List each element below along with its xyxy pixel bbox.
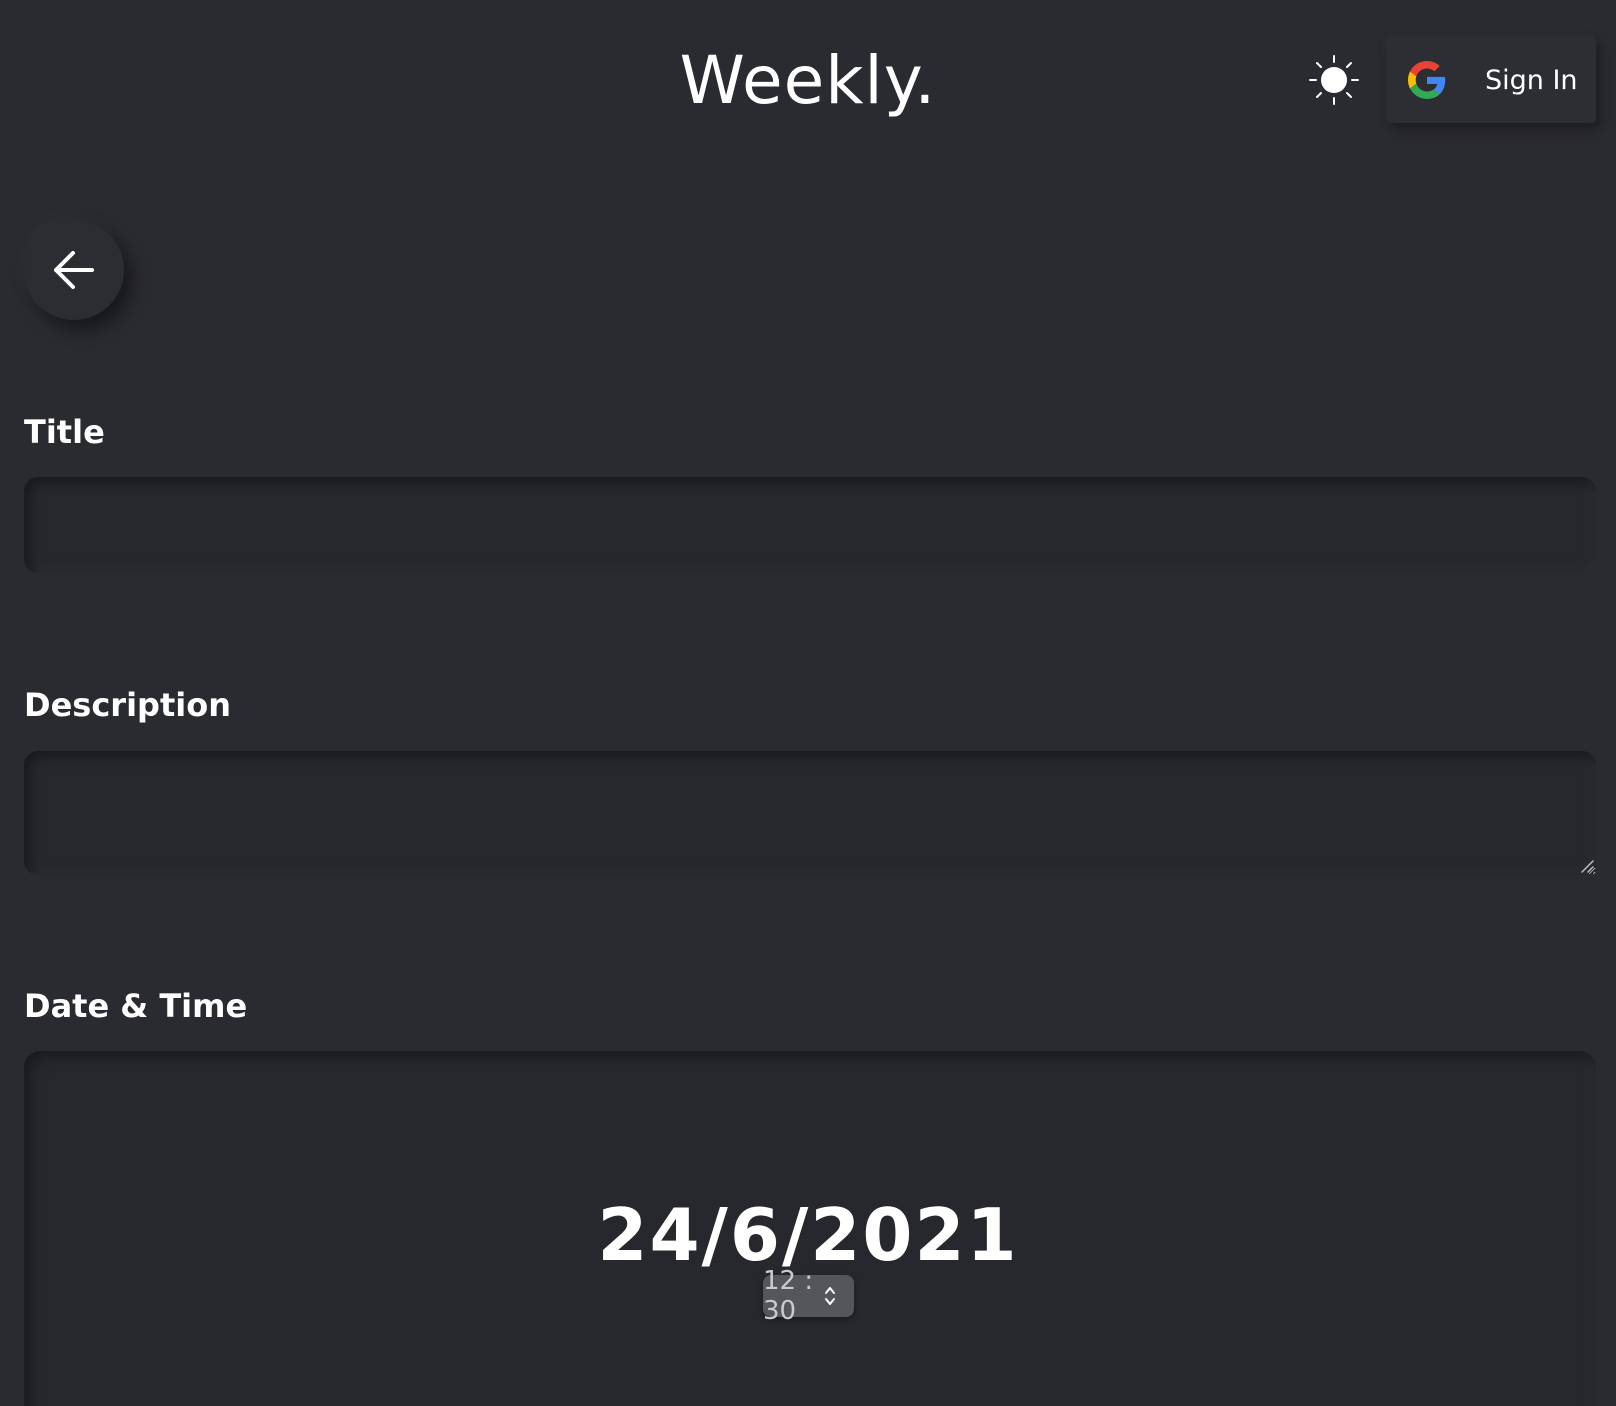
- theme-toggle-button[interactable]: [1308, 54, 1360, 106]
- stepper-arrows-icon[interactable]: [823, 1285, 837, 1307]
- sun-icon: [1309, 55, 1359, 105]
- resize-grip-icon[interactable]: [1580, 859, 1594, 873]
- time-input[interactable]: 12 : 30: [763, 1266, 854, 1326]
- title-label: Title: [24, 413, 105, 451]
- sign-in-button[interactable]: Sign In: [1387, 37, 1596, 123]
- description-textarea[interactable]: [24, 751, 1596, 875]
- page: Weekly. Sign In Title Description Date &…: [0, 0, 1616, 1406]
- arrow-left-icon: [54, 251, 94, 289]
- app-title: Weekly.: [679, 42, 937, 119]
- back-button[interactable]: [24, 220, 124, 320]
- time-value: 12 : 30: [763, 1266, 814, 1326]
- google-icon: [1407, 60, 1447, 100]
- title-input[interactable]: [24, 477, 1596, 573]
- description-label: Description: [24, 686, 231, 724]
- sign-in-label: Sign In: [1485, 64, 1578, 96]
- datetime-label: Date & Time: [24, 987, 248, 1025]
